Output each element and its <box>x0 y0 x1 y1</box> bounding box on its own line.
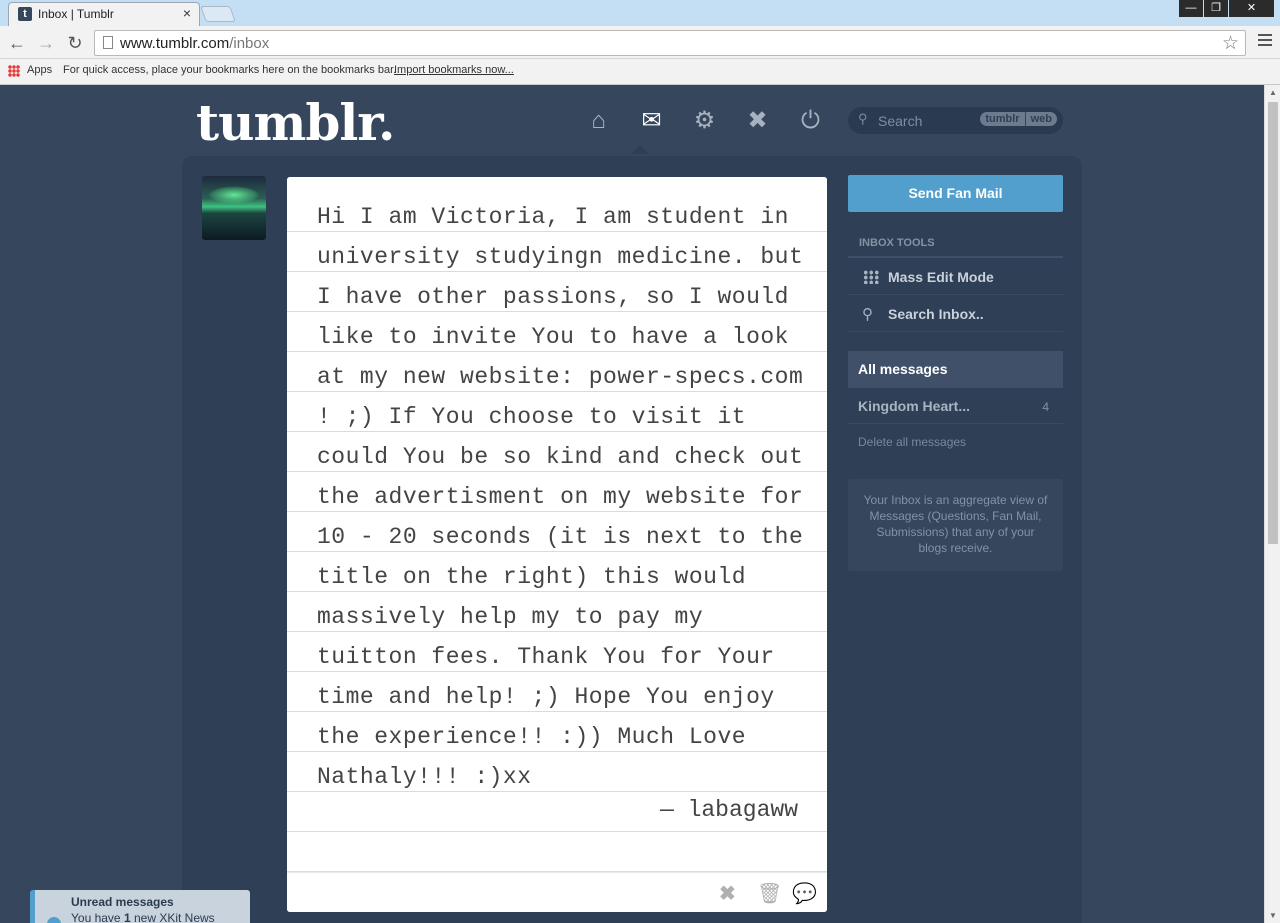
apps-shortcut[interactable]: Apps <box>27 64 52 76</box>
minimize-button[interactable]: — <box>1179 0 1203 17</box>
search-input[interactable]: ⚲ Search tumblr web <box>848 107 1063 134</box>
bookmarks-hint: For quick access, place your bookmarks h… <box>63 64 397 76</box>
mass-edit-mode-button[interactable]: Mass Edit Mode <box>848 258 1063 295</box>
scope-web[interactable]: web <box>1024 112 1057 126</box>
search-placeholder: Search <box>878 113 923 129</box>
search-scope-toggle[interactable]: tumblr web <box>980 112 1057 126</box>
forward-arrow-icon[interactable]: → <box>35 32 57 54</box>
tumblr-favicon-icon: t <box>18 7 32 21</box>
url-host: www.tumblr.com <box>120 35 230 52</box>
address-bar[interactable]: www.tumblr.com/inbox ☆ <box>94 30 1246 56</box>
bookmark-star-icon[interactable]: ☆ <box>1222 32 1239 55</box>
url-path: /inbox <box>229 35 270 52</box>
browser-toolbar: ← → ↻ www.tumblr.com/inbox ☆ <box>0 26 1280 59</box>
page-icon <box>103 36 113 49</box>
settings-gear-icon[interactable]: ⚙ <box>678 105 731 137</box>
notification-text: You have 1 new XKit News <box>71 911 215 923</box>
sender-avatar[interactable] <box>202 176 266 240</box>
notification-prefix: You have <box>71 911 124 923</box>
browser-menu-icon[interactable] <box>1258 34 1272 48</box>
back-arrow-icon[interactable]: ← <box>6 32 28 54</box>
home-icon[interactable]: ⌂ <box>572 105 625 137</box>
trash-icon[interactable]: 🗑 <box>757 881 782 906</box>
fan-mail-card: Hi I am Victoria, I am student in univer… <box>287 177 827 912</box>
notification-suffix: new XKit News <box>130 911 215 923</box>
tab-close-icon[interactable]: × <box>183 5 191 21</box>
notification-title: Unread messages <box>71 895 174 909</box>
reload-icon[interactable]: ↻ <box>64 32 86 54</box>
dashboard-nav: ⌂ ✉ ⚙ ✖ ⏻ <box>572 105 837 137</box>
notification-dot-icon <box>47 917 61 923</box>
tumblr-logo[interactable]: tumblr. <box>196 93 395 152</box>
close-window-button[interactable]: ✕ <box>1229 0 1274 17</box>
message-actions: ✖ 🗑 💬 <box>287 872 827 912</box>
folder-label: All messages <box>858 361 948 377</box>
xkit-icon[interactable]: ✖ <box>731 105 784 137</box>
restore-button[interactable]: ❐ <box>1204 0 1228 17</box>
aurora-image <box>208 186 260 204</box>
inbox-envelope-icon[interactable]: ✉ <box>625 105 678 137</box>
active-nav-pointer <box>631 145 649 154</box>
apps-grid-icon[interactable] <box>8 65 20 77</box>
logout-power-icon[interactable]: ⏻ <box>784 105 837 137</box>
delete-all-messages-link[interactable]: Delete all messages <box>858 435 966 449</box>
folder-kingdom-hearts[interactable]: Kingdom Heart... 4 <box>848 388 1063 424</box>
scope-tumblr[interactable]: tumblr <box>980 112 1024 126</box>
search-inbox-label: Search Inbox.. <box>888 306 984 322</box>
mass-edit-label: Mass Edit Mode <box>888 269 994 285</box>
import-bookmarks-link[interactable]: Import bookmarks now... <box>394 64 514 76</box>
search-icon: ⚲ <box>858 111 868 126</box>
grid-icon <box>863 270 879 284</box>
message-body: Hi I am Victoria, I am student in univer… <box>317 204 804 790</box>
tab-title: Inbox | Tumblr <box>38 7 114 21</box>
message-sender[interactable]: — labagaww <box>660 797 798 823</box>
magnifier-icon: ⚲ <box>862 306 873 323</box>
inbox-tools-heading: Inbox Tools <box>859 237 935 249</box>
notification-count: 1 <box>123 911 131 923</box>
bookmarks-bar: Apps For quick access, place your bookma… <box>0 59 1280 85</box>
scrollbar-thumb[interactable] <box>1268 102 1278 544</box>
url-text: www.tumblr.com/inbox <box>120 35 269 52</box>
browser-tab[interactable]: t Inbox | Tumblr × <box>8 2 200 26</box>
ignore-x-icon[interactable]: ✖ <box>719 881 736 906</box>
search-inbox-button[interactable]: ⚲ Search Inbox.. <box>848 295 1063 332</box>
new-tab-button[interactable] <box>200 6 236 22</box>
folder-label: Kingdom Heart... <box>858 398 971 414</box>
folder-all-messages[interactable]: All messages <box>848 351 1063 388</box>
xkit-notification[interactable]: Unread messages You have 1 new XKit News <box>30 890 250 923</box>
window-controls: — ❐ ✕ <box>1178 0 1274 17</box>
page-scrollbar[interactable]: ▲ ▼ <box>1264 85 1280 923</box>
inbox-info-text: Your Inbox is an aggregate view of Messa… <box>848 479 1063 571</box>
scroll-down-icon[interactable]: ▼ <box>1269 911 1277 920</box>
tumblr-page: tumblr. ⌂ ✉ ⚙ ✖ ⏻ ⚲ Search tumblr web Hi… <box>0 85 1264 923</box>
browser-tabstrip: t Inbox | Tumblr × — ❐ ✕ <box>0 0 1280 26</box>
folder-count: 4 <box>1042 400 1049 414</box>
reply-bubble-icon[interactable]: 💬 <box>792 881 817 906</box>
scroll-up-icon[interactable]: ▲ <box>1269 88 1277 97</box>
send-fan-mail-button[interactable]: Send Fan Mail <box>848 175 1063 212</box>
